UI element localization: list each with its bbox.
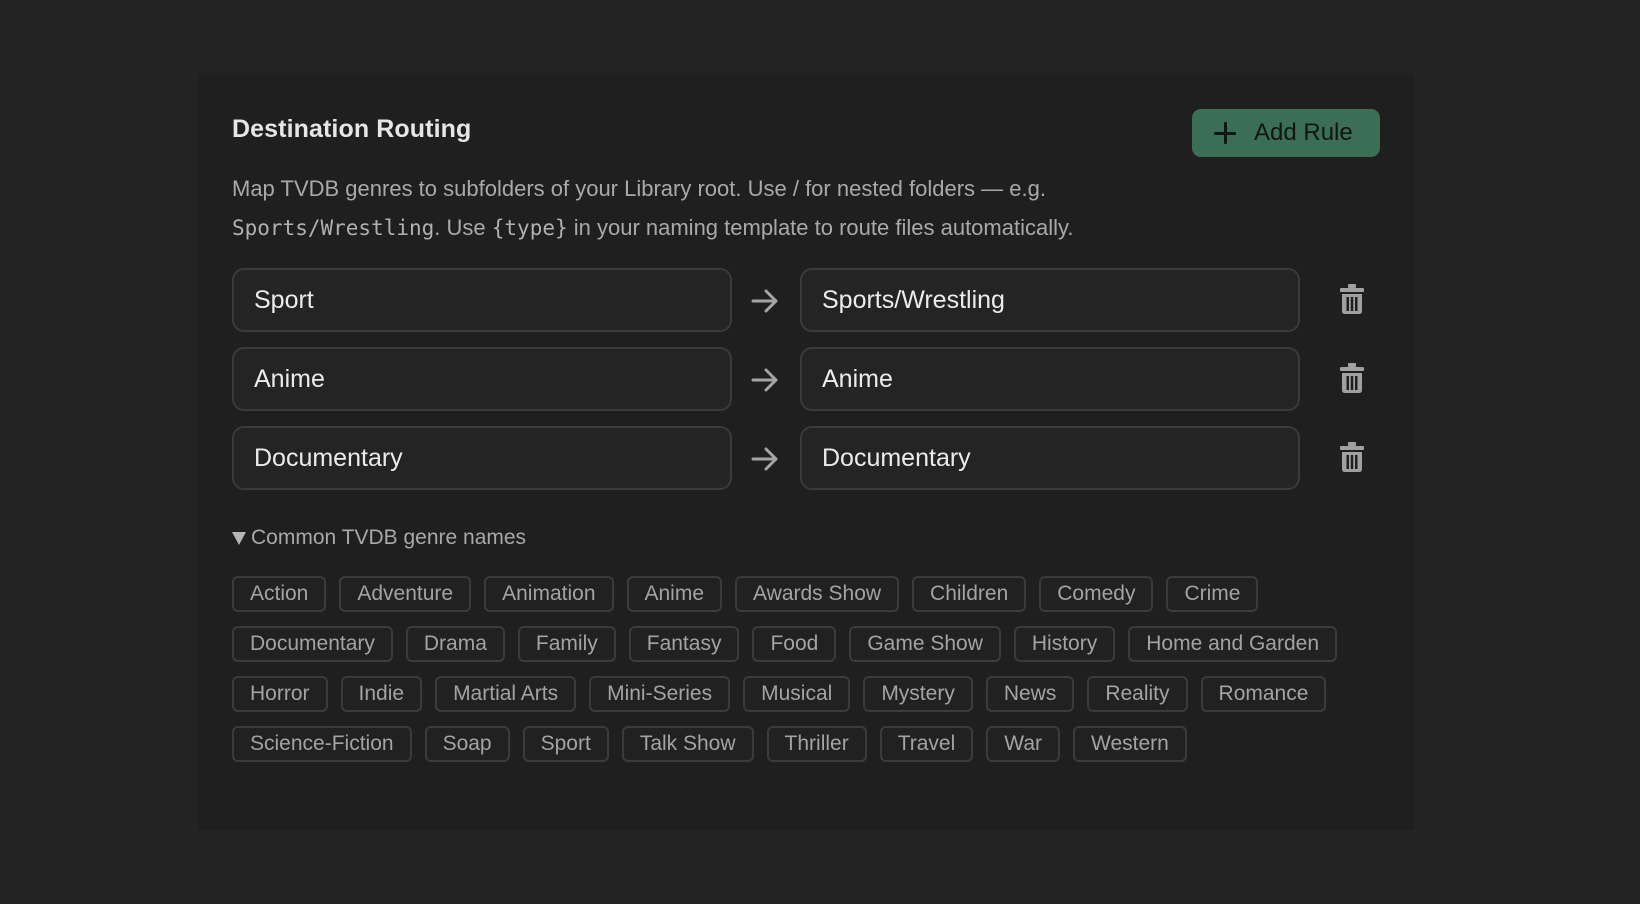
panel-header: Destination Routing Add Rule bbox=[232, 75, 1380, 175]
arrow-right-icon bbox=[751, 447, 778, 471]
add-rule-button[interactable]: Add Rule bbox=[1192, 109, 1380, 157]
genre-chip[interactable]: Family bbox=[517, 626, 616, 662]
triangle-down-icon bbox=[232, 532, 246, 545]
description-text-1: Map TVDB genres to subfolders of your Li… bbox=[232, 176, 1046, 201]
genre-names-disclosure: Common TVDB genre names Action Adventure A… bbox=[232, 523, 1392, 762]
plus-icon bbox=[1214, 122, 1236, 144]
genre-names-summary-label: Common TVDB genre names bbox=[251, 526, 527, 549]
routing-rule-row bbox=[232, 268, 1392, 334]
genre-chip[interactable]: Indie bbox=[340, 676, 423, 712]
genre-chip[interactable]: Travel bbox=[879, 726, 974, 762]
genre-chip[interactable]: Western bbox=[1073, 726, 1187, 762]
genre-chip[interactable]: Sport bbox=[522, 726, 609, 762]
genre-chip[interactable]: War bbox=[986, 726, 1060, 762]
genre-chip[interactable]: Martial Arts bbox=[435, 676, 577, 712]
genre-chip[interactable]: Reality bbox=[1087, 676, 1188, 712]
genre-chip[interactable]: Crime bbox=[1166, 576, 1259, 612]
genre-chip[interactable]: Romance bbox=[1200, 676, 1327, 712]
genre-chip[interactable]: Adventure bbox=[339, 576, 472, 612]
genre-chip[interactable]: Food bbox=[752, 626, 837, 662]
trash-icon[interactable] bbox=[1340, 363, 1364, 393]
genre-chip-list: Action Adventure Animation Anime Awards Show… bbox=[232, 576, 1392, 762]
genre-chip[interactable]: Talk Show bbox=[621, 726, 754, 762]
genre-input[interactable] bbox=[232, 268, 732, 332]
arrow-right-icon bbox=[751, 289, 778, 313]
panel-description: Map TVDB genres to subfolders of your Li… bbox=[232, 169, 1392, 248]
genre-chip[interactable]: Awards Show bbox=[735, 576, 900, 612]
genre-input[interactable] bbox=[232, 347, 732, 411]
genre-chip[interactable]: Mystery bbox=[863, 676, 973, 712]
genre-chip[interactable]: Comedy bbox=[1039, 576, 1154, 612]
genre-chip[interactable]: Documentary bbox=[232, 626, 393, 662]
routing-rule-row bbox=[232, 426, 1392, 492]
genre-chip[interactable]: News bbox=[985, 676, 1075, 712]
trash-icon[interactable] bbox=[1340, 442, 1364, 472]
panel-title: Destination Routing bbox=[232, 115, 472, 143]
routing-rules-list bbox=[232, 268, 1392, 505]
genre-chip[interactable]: Action bbox=[232, 576, 327, 612]
description-text-2: . Use bbox=[434, 215, 492, 240]
description-text-3: in your naming template to route files a… bbox=[567, 215, 1074, 240]
genre-chip[interactable]: Soap bbox=[424, 726, 510, 762]
description-code-type: {type} bbox=[491, 216, 568, 240]
genre-chip[interactable]: Game Show bbox=[849, 626, 1001, 662]
routing-rule-row bbox=[232, 347, 1392, 413]
genre-chip[interactable]: Children bbox=[912, 576, 1027, 612]
genre-chip[interactable]: History bbox=[1013, 626, 1116, 662]
folder-input[interactable] bbox=[800, 268, 1300, 332]
genre-names-summary[interactable]: Common TVDB genre names bbox=[232, 523, 1392, 553]
trash-icon[interactable] bbox=[1340, 284, 1364, 314]
genre-chip[interactable]: Fantasy bbox=[628, 626, 740, 662]
folder-input[interactable] bbox=[800, 347, 1300, 411]
genre-chip[interactable]: Drama bbox=[405, 626, 505, 662]
genre-chip[interactable]: Anime bbox=[626, 576, 723, 612]
genre-input[interactable] bbox=[232, 426, 732, 490]
genre-chip[interactable]: Science-Fiction bbox=[232, 726, 412, 762]
folder-input[interactable] bbox=[800, 426, 1300, 490]
genre-chip[interactable]: Animation bbox=[484, 576, 614, 612]
description-code-path: Sports/Wrestling bbox=[232, 216, 435, 240]
genre-chip[interactable]: Horror bbox=[232, 676, 328, 712]
genre-chip[interactable]: Home and Garden bbox=[1128, 626, 1338, 662]
genre-chip[interactable]: Thriller bbox=[766, 726, 867, 762]
genre-chip[interactable]: Musical bbox=[743, 676, 851, 712]
genre-chip[interactable]: Mini-Series bbox=[589, 676, 731, 712]
add-rule-label: Add Rule bbox=[1254, 119, 1353, 146]
arrow-right-icon bbox=[751, 368, 778, 392]
